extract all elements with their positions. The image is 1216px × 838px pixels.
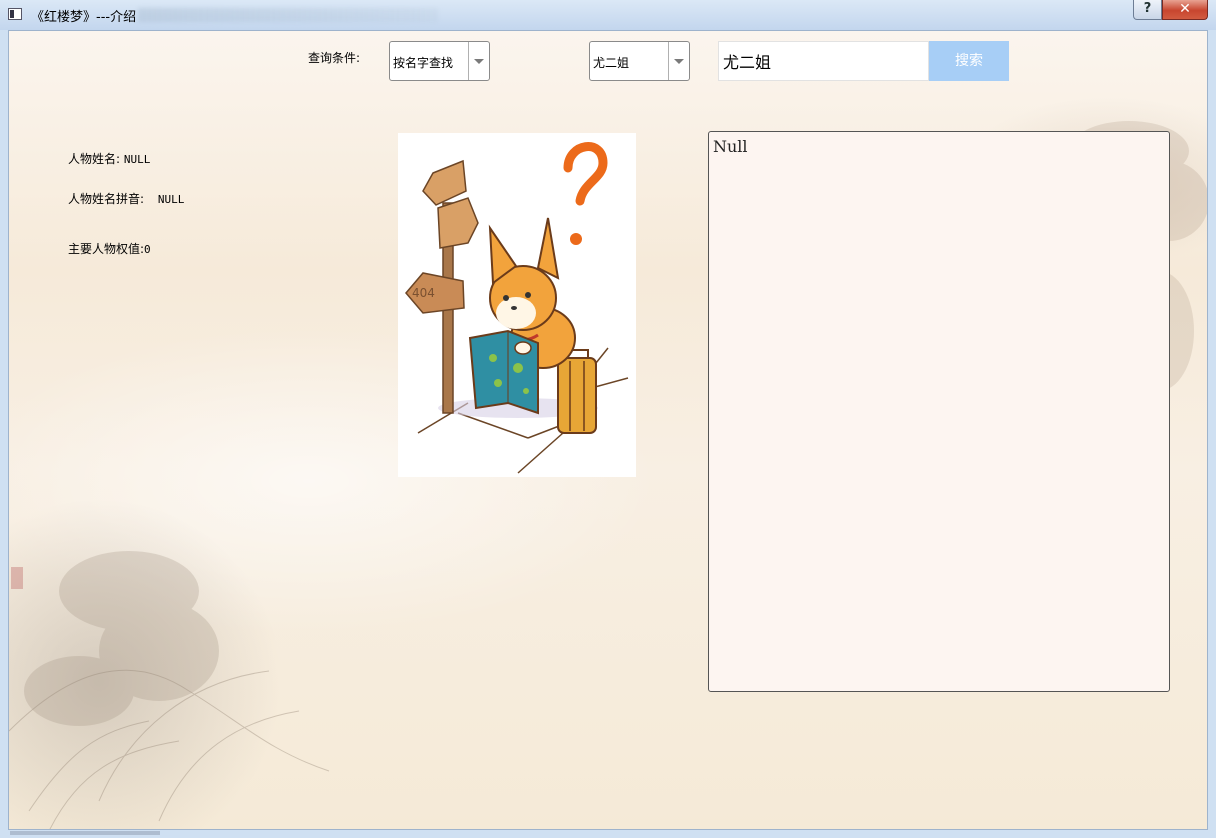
character-weight-label: 主要人物权值: (68, 242, 145, 256)
not-found-fox-illustration: 404 (405, 142, 629, 474)
search-mode-combobox[interactable]: 按名字查找 (389, 41, 490, 81)
help-button[interactable]: ? (1133, 0, 1162, 20)
character-pinyin-row: 人物姓名拼音: NULL (68, 190, 184, 207)
chevron-down-icon[interactable] (668, 42, 689, 80)
character-name-value: NULL (123, 153, 151, 166)
character-name-label: 人物姓名: (68, 152, 121, 166)
signpost-404-text: 404 (412, 286, 435, 300)
bottom-scroll-indicator (10, 831, 160, 835)
close-button[interactable]: ✕ (1162, 0, 1208, 20)
character-pinyin-value: NULL (157, 193, 185, 206)
title-bar-background-blur (138, 8, 438, 22)
main-window: 《红楼梦》---介绍 ? ✕ 查询条件: 按名字查找 尤二姐 尤二姐 搜索 人物… (0, 0, 1216, 838)
character-weight-row: 主要人物权值:0 (68, 240, 151, 257)
character-weight-value: 0 (144, 243, 151, 256)
app-window-icon[interactable] (8, 8, 22, 20)
query-condition-label: 查询条件: (308, 51, 361, 65)
title-bar[interactable]: 《红楼梦》---介绍 ? ✕ (0, 0, 1216, 30)
search-input[interactable] (718, 41, 929, 81)
chevron-down-icon[interactable] (468, 42, 489, 80)
search-button[interactable]: 搜索 (929, 41, 1009, 81)
character-detail-textbox[interactable]: Null (708, 131, 1170, 692)
window-title: 《红楼梦》---介绍 (31, 10, 137, 25)
character-name-combobox[interactable]: 尤二姐 (589, 41, 690, 81)
character-pinyin-label: 人物姓名拼音: (68, 192, 145, 206)
character-name-row: 人物姓名: NULL (68, 150, 150, 167)
client-area: 查询条件: 按名字查找 尤二姐 搜索 人物姓名: NULL 人物姓名拼音: NU… (8, 30, 1208, 830)
search-mode-selected: 按名字查找 (393, 56, 454, 70)
character-detail-text: Null (713, 137, 748, 156)
character-image: 404 (398, 133, 636, 477)
window-bottom-border (0, 830, 1216, 838)
character-name-selected: 尤二姐 (593, 56, 630, 70)
